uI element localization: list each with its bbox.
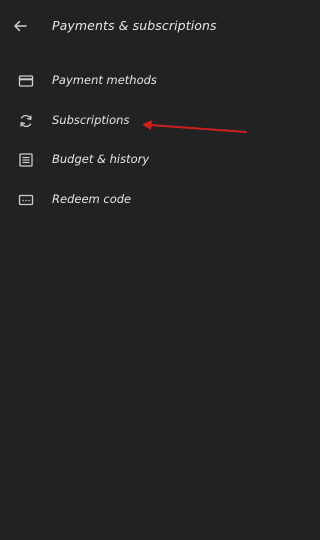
credit-card-icon (16, 71, 36, 91)
menu-list: Payment methods Subscriptions Budget & h… (0, 61, 252, 219)
refresh-icon (16, 111, 36, 131)
back-button[interactable] (9, 15, 31, 37)
menu-item-redeem-code[interactable]: Redeem code (0, 180, 252, 220)
page-title: Payments & subscriptions (52, 18, 217, 33)
menu-item-payment-methods[interactable]: Payment methods (0, 61, 252, 101)
app-bar: Payments & subscriptions (0, 0, 252, 54)
menu-item-subscriptions[interactable]: Subscriptions (0, 101, 252, 141)
gift-card-icon (16, 190, 36, 210)
menu-item-label: Budget & history (52, 152, 150, 166)
menu-item-label: Redeem code (52, 191, 132, 206)
list-icon (16, 150, 36, 170)
menu-item-label: Subscriptions (52, 112, 130, 127)
arrow-left-icon (14, 20, 27, 32)
menu-item-budget-history[interactable]: Budget & history (0, 140, 252, 180)
menu-item-label: Payment methods (52, 73, 157, 87)
